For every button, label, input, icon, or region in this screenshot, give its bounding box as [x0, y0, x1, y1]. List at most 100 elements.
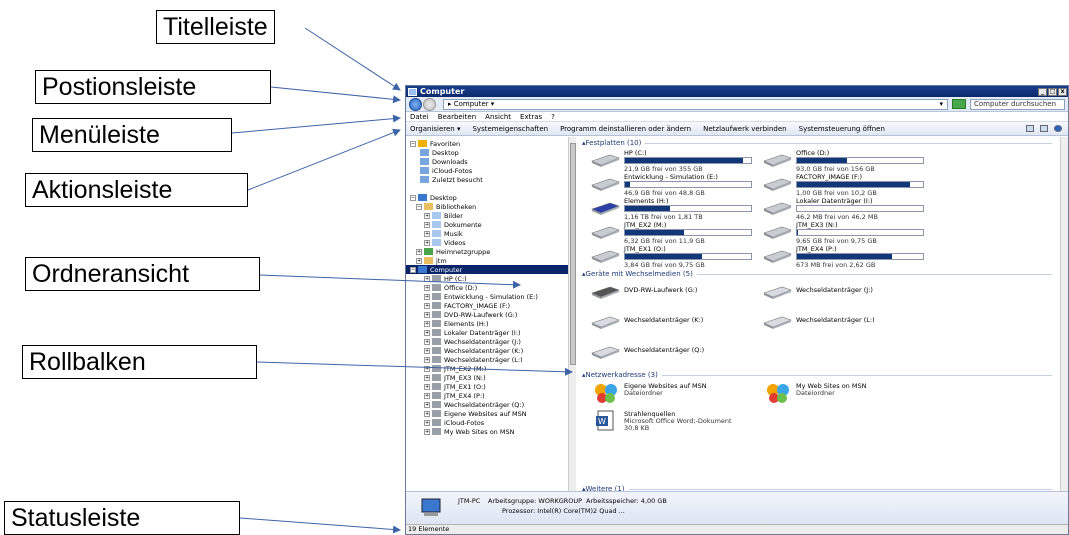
- group-netzwerkadresse[interactable]: ▴ Netzwerkadresse (3): [582, 371, 1052, 379]
- expand-toggle-icon[interactable]: +: [424, 383, 430, 390]
- expand-toggle-icon[interactable]: +: [424, 392, 430, 399]
- expand-toggle-icon[interactable]: +: [424, 221, 430, 228]
- expand-toggle-icon[interactable]: +: [424, 320, 430, 327]
- view-options-icon[interactable]: [1026, 125, 1034, 132]
- drive-item[interactable]: HP (C:) 21,9 GB frei von 355 GB: [590, 149, 765, 173]
- expand-toggle-icon[interactable]: +: [424, 410, 430, 417]
- expand-toggle-icon[interactable]: +: [424, 374, 430, 381]
- menu-extras[interactable]: Extras: [520, 113, 542, 121]
- expand-toggle-icon[interactable]: −: [410, 194, 416, 201]
- nav-favorite-item[interactable]: Desktop: [420, 148, 459, 157]
- maximize-button[interactable]: □: [1048, 87, 1057, 96]
- removable-item[interactable]: Wechseldatenträger (Q:): [590, 341, 765, 365]
- map-drive-button[interactable]: Netzlaufwerk verbinden: [703, 125, 787, 133]
- network-item[interactable]: W Strahlenquellen Microsoft Office Word;-D…: [590, 410, 765, 440]
- dropdown-arrow-icon[interactable]: ▾: [939, 100, 947, 108]
- nav-favorites[interactable]: − Favoriten: [410, 139, 460, 148]
- expand-toggle-icon[interactable]: +: [424, 230, 430, 237]
- network-item[interactable]: My Web Sites on MSN Dateiordner: [762, 382, 937, 412]
- address-field[interactable]: ▸ Computer ▾ ▾: [443, 98, 948, 110]
- expand-toggle-icon[interactable]: +: [424, 239, 430, 246]
- expand-toggle-icon[interactable]: +: [424, 401, 430, 408]
- preview-pane-icon[interactable]: [1040, 125, 1048, 132]
- menu-help[interactable]: ?: [551, 113, 555, 121]
- nav-library-item[interactable]: + Musik: [424, 229, 463, 238]
- nav-computer-item[interactable]: + iCloud-Fotos: [424, 418, 484, 427]
- content-scrollbar[interactable]: [1060, 137, 1068, 491]
- forward-button[interactable]: [423, 97, 436, 111]
- nav-computer-item[interactable]: + JTM_EX3 (N:): [424, 373, 486, 382]
- nav-library-item[interactable]: + Videos: [424, 238, 466, 247]
- menu-bearbeiten[interactable]: Bearbeiten: [438, 113, 476, 121]
- expand-toggle-icon[interactable]: +: [416, 248, 422, 255]
- drive-item[interactable]: JTM_EX2 (M:) 6,32 GB frei von 11,9 GB: [590, 221, 765, 245]
- expand-toggle-icon[interactable]: +: [424, 365, 430, 372]
- nav-computer-item[interactable]: + Wechseldatenträger (L:): [424, 355, 523, 364]
- network-item[interactable]: Eigene Websites auf MSN Dateiordner: [590, 382, 765, 412]
- help-icon[interactable]: [1054, 125, 1062, 132]
- menu-ansicht[interactable]: Ansicht: [485, 113, 511, 121]
- nav-computer-item[interactable]: + Entwicklung - Simulation (E:): [424, 292, 538, 301]
- expand-toggle-icon[interactable]: −: [416, 203, 422, 210]
- expand-toggle-icon[interactable]: +: [424, 329, 430, 336]
- nav-desktop[interactable]: − Desktop: [410, 193, 457, 202]
- expand-toggle-icon[interactable]: +: [424, 212, 430, 219]
- expand-toggle-icon[interactable]: +: [424, 338, 430, 345]
- nav-computer-item[interactable]: + Eigene Websites auf MSN: [424, 409, 527, 418]
- nav-computer-item[interactable]: + Wechseldatenträger (K:): [424, 346, 523, 355]
- drive-item[interactable]: JTM_EX1 (O:) 3,84 GB frei von 9,75 GB: [590, 245, 765, 269]
- nav-computer-item[interactable]: + Office (D:): [424, 283, 477, 292]
- control-panel-button[interactable]: Systemsteuerung öffnen: [799, 125, 885, 133]
- scroll-thumb[interactable]: [570, 143, 576, 365]
- nav-homegroup[interactable]: + Heimnetzgruppe: [416, 247, 490, 256]
- group-festplatten[interactable]: ▴ Festplatten (10): [582, 139, 1052, 147]
- menu-datei[interactable]: Datei: [410, 113, 429, 121]
- drive-item[interactable]: Office (D:) 93,0 GB frei von 156 GB: [762, 149, 937, 173]
- search-input[interactable]: Computer durchsuchen: [970, 98, 1065, 110]
- nav-library-item[interactable]: + Bilder: [424, 211, 463, 220]
- nav-user[interactable]: + jtm: [416, 256, 447, 265]
- title-bar[interactable]: Computer _ □ x: [406, 86, 1068, 97]
- nav-computer-item[interactable]: + DVD-RW-Laufwerk (G:): [424, 310, 517, 319]
- close-button[interactable]: x: [1058, 87, 1067, 96]
- drive-item[interactable]: Entwicklung - Simulation (E:) 46,9 GB fre…: [590, 173, 765, 197]
- expand-toggle-icon[interactable]: +: [424, 347, 430, 354]
- drive-item[interactable]: Elements (H:) 1,16 TB frei von 1,81 TB: [590, 197, 765, 221]
- removable-item[interactable]: Wechseldatenträger (L:): [762, 311, 937, 335]
- folder-tree-scrollbar[interactable]: [568, 137, 576, 491]
- drive-item[interactable]: JTM_EX3 (N:) 9,65 GB frei von 9,75 GB: [762, 221, 937, 245]
- expand-toggle-icon[interactable]: +: [424, 302, 430, 309]
- expand-toggle-icon[interactable]: +: [424, 275, 430, 282]
- nav-libraries[interactable]: − Bibliotheken: [416, 202, 476, 211]
- expand-toggle-icon[interactable]: +: [424, 284, 430, 291]
- drive-item[interactable]: Lokaler Datenträger (I:) 46,2 MB frei von…: [762, 197, 937, 221]
- expand-toggle-icon[interactable]: +: [424, 293, 430, 300]
- removable-item[interactable]: Wechseldatenträger (K:): [590, 311, 765, 335]
- nav-computer-item[interactable]: + HP (C:): [424, 274, 467, 283]
- expand-toggle-icon[interactable]: +: [416, 257, 422, 264]
- organize-button[interactable]: Organisieren ▾: [410, 125, 460, 133]
- nav-computer-item[interactable]: + My Web Sites on MSN: [424, 427, 514, 436]
- uninstall-button[interactable]: Programm deinstallieren oder ändern: [560, 125, 691, 133]
- refresh-button[interactable]: [952, 99, 966, 109]
- expand-toggle-icon[interactable]: −: [410, 140, 416, 147]
- nav-favorite-item[interactable]: iCloud-Fotos: [420, 166, 472, 175]
- nav-computer-item[interactable]: + Wechseldatenträger (J:): [424, 337, 521, 346]
- nav-computer-item[interactable]: + Wechseldatenträger (Q:): [424, 400, 524, 409]
- nav-computer-item[interactable]: + JTM_EX4 (P:): [424, 391, 485, 400]
- nav-computer[interactable]: − Computer: [406, 265, 568, 274]
- back-button[interactable]: [409, 97, 422, 111]
- expand-toggle-icon[interactable]: +: [424, 356, 430, 363]
- nav-favorite-item[interactable]: Zuletzt besucht: [420, 175, 483, 184]
- removable-item[interactable]: DVD-RW-Laufwerk (G:): [590, 281, 765, 305]
- nav-computer-item[interactable]: + Elements (H:): [424, 319, 489, 328]
- nav-computer-item[interactable]: + JTM_EX2 (M:): [424, 364, 486, 373]
- nav-computer-item[interactable]: + Lokaler Datenträger (I:): [424, 328, 521, 337]
- minimize-button[interactable]: _: [1038, 87, 1047, 96]
- nav-favorite-item[interactable]: Downloads: [420, 157, 468, 166]
- group-wechselmedien[interactable]: ▴ Geräte mit Wechselmedien (5): [582, 270, 1052, 278]
- expand-toggle-icon[interactable]: +: [424, 419, 430, 426]
- system-properties-button[interactable]: Systemeigenschaften: [472, 125, 548, 133]
- removable-item[interactable]: Wechseldatenträger (J:): [762, 281, 937, 305]
- nav-library-item[interactable]: + Dokumente: [424, 220, 482, 229]
